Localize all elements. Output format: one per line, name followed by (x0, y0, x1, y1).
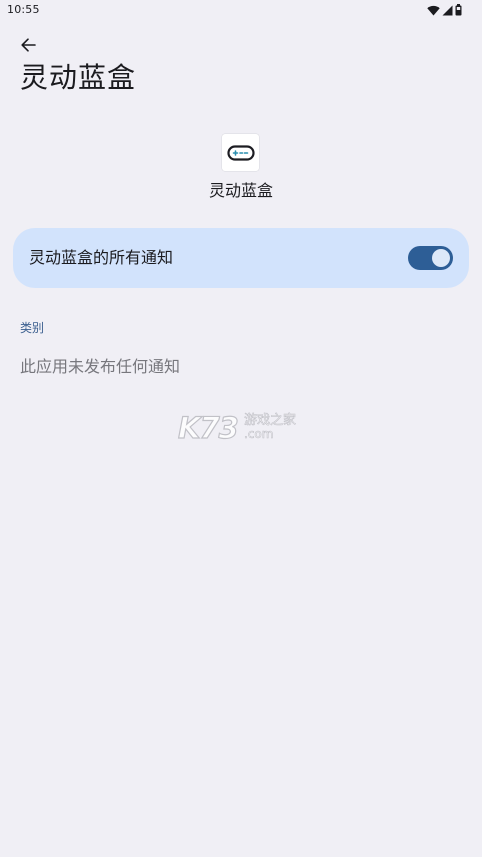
status-bar: 10:55 (0, 0, 482, 22)
signal-icon (442, 5, 453, 15)
app-name: 灵动蓝盒 (208, 181, 273, 200)
back-button[interactable] (14, 32, 42, 58)
watermark-logo: K73 游戏之家 .com (177, 411, 304, 445)
gamepad-icon (226, 144, 255, 161)
no-notifications-text: 此应用未发布任何通知 (20, 357, 181, 376)
switch-thumb (432, 249, 450, 267)
status-time: 10:55 (7, 3, 40, 16)
all-notifications-toggle-row[interactable]: 灵动蓝盒的所有通知 (13, 228, 469, 288)
app-icon (222, 134, 259, 171)
all-notifications-label: 灵动蓝盒的所有通知 (29, 248, 174, 267)
watermark-domain: .com (244, 427, 274, 442)
battery-icon (455, 4, 462, 16)
page-title: 灵动蓝盒 (20, 61, 137, 94)
status-icons (427, 3, 462, 17)
watermark-site-cn: 游戏之家 (244, 413, 297, 429)
watermark-k73: K73 (177, 411, 239, 445)
categories-header: 类别 (20, 321, 45, 335)
wifi-icon (427, 5, 440, 15)
all-notifications-switch[interactable] (408, 246, 453, 270)
arrow-back-icon (21, 38, 36, 52)
